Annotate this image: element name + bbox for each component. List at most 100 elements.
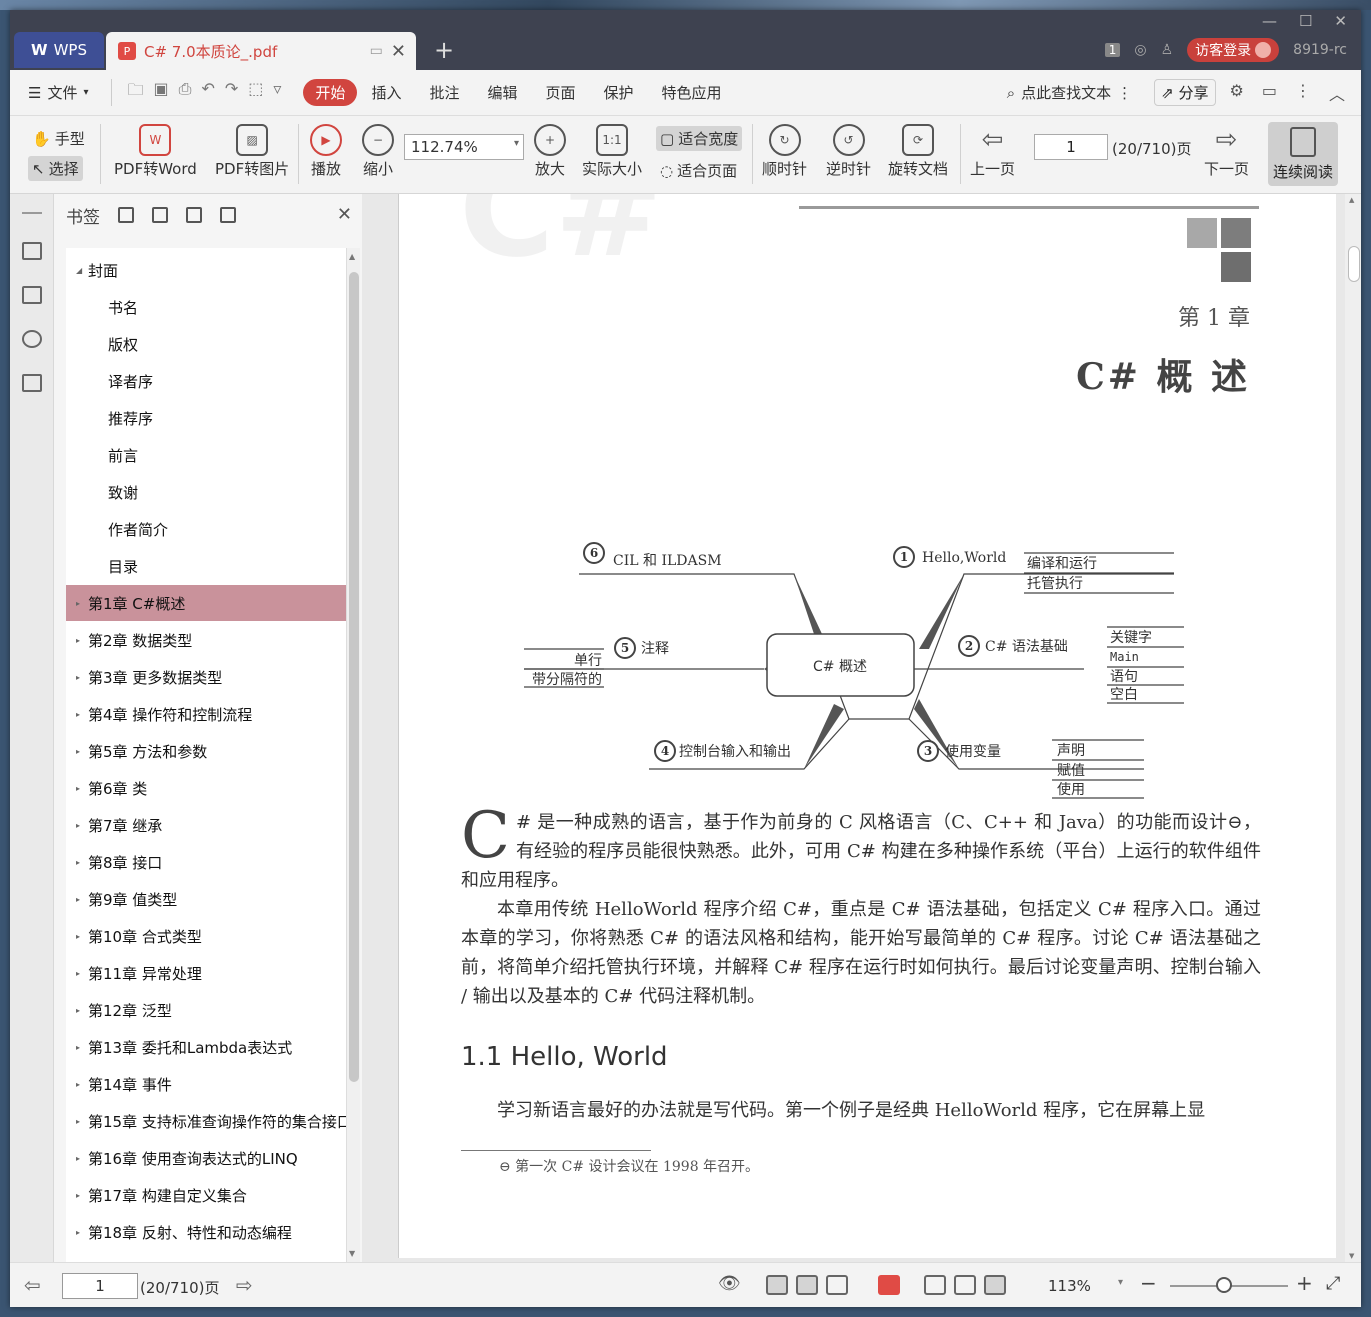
redo-icon[interactable]: ↷ bbox=[225, 79, 238, 106]
expand-triangle-icon[interactable]: ▸ bbox=[76, 1228, 80, 1237]
bookmark-item-selected[interactable]: ▸ 第1章 C#概述 bbox=[66, 585, 360, 621]
expand-triangle-icon[interactable]: ▸ bbox=[76, 636, 80, 645]
bookmark-item[interactable]: 目录 bbox=[66, 548, 360, 584]
bookmark-item[interactable]: 致谢 bbox=[66, 474, 360, 510]
hand-tool-button[interactable]: ✋ 手型 bbox=[28, 126, 89, 151]
scroll-down-icon[interactable]: ▼ bbox=[1349, 1252, 1354, 1260]
wps-home-tab[interactable]: W WPS bbox=[14, 32, 104, 68]
outline-icon[interactable] bbox=[22, 242, 42, 260]
rotate-doc-button[interactable]: ⟳ 旋转文档 bbox=[888, 124, 948, 179]
zoom-select[interactable]: 112.74% bbox=[404, 134, 524, 160]
bookmark-scrollbar[interactable]: ▲ ▼ bbox=[346, 248, 360, 1262]
single-page-view-icon[interactable] bbox=[766, 1275, 788, 1295]
print-icon[interactable]: ⎙ bbox=[179, 79, 192, 106]
tab-insert[interactable]: 插入 bbox=[357, 82, 415, 103]
bookmark-item[interactable]: ▸ 第6章 类 bbox=[66, 770, 360, 806]
document-scrollbar[interactable]: ▲ ▼ bbox=[1345, 194, 1361, 1262]
fit-page-button[interactable]: ◌ 适合页面 bbox=[656, 158, 741, 183]
bookmark-item[interactable]: 版权 bbox=[66, 326, 360, 362]
add-bookmark-icon[interactable] bbox=[186, 207, 202, 223]
next-page-icon[interactable]: ⇨ bbox=[236, 1273, 253, 1297]
actual-size-button[interactable]: 1:1 实际大小 bbox=[582, 124, 642, 179]
pdf-to-image-button[interactable]: ▨ PDF转图片 bbox=[215, 124, 289, 179]
fullscreen-icon[interactable]: ⤢ bbox=[1326, 1273, 1340, 1294]
eye-protection-icon[interactable]: 👁 bbox=[718, 1273, 741, 1294]
expand-triangle-icon[interactable]: ▸ bbox=[76, 599, 80, 608]
tab-special[interactable]: 特色应用 bbox=[648, 82, 736, 103]
rotate-ccw-button[interactable]: ↺ 逆时针 bbox=[826, 124, 871, 179]
page-number-input[interactable]: 1 bbox=[1034, 134, 1108, 160]
signature-icon[interactable] bbox=[22, 374, 42, 392]
scroll-up-icon[interactable]: ▲ bbox=[349, 252, 355, 261]
document-viewport[interactable]: C# 第 1 章 C# 概 述 C# 概述 1 2 3 4 5 6 Hello,… bbox=[362, 194, 1361, 1262]
rotate-cw-button[interactable]: ↻ 顺时针 bbox=[762, 124, 807, 179]
tab-protect[interactable]: 保护 bbox=[590, 82, 648, 103]
bookmark-scroll-thumb[interactable] bbox=[349, 272, 359, 1082]
collapse-all-icon[interactable] bbox=[152, 207, 168, 223]
share-button[interactable]: ⇗ 分享 bbox=[1154, 79, 1216, 106]
expand-triangle-icon[interactable]: ▸ bbox=[76, 932, 80, 941]
bookmark-item[interactable]: 推荐序 bbox=[66, 400, 360, 436]
expand-triangle-icon[interactable]: ▸ bbox=[76, 1117, 80, 1126]
export-icon[interactable]: ⬚ bbox=[248, 79, 263, 106]
shirt-icon[interactable]: ♙ bbox=[1161, 42, 1174, 58]
expand-all-icon[interactable] bbox=[118, 207, 134, 223]
play-button[interactable]: ▶ 播放 bbox=[310, 124, 342, 179]
expand-triangle-icon[interactable]: ▸ bbox=[76, 747, 80, 756]
bookmark-item[interactable]: ◢ 封面 bbox=[66, 252, 360, 288]
document-scroll-thumb[interactable] bbox=[1348, 246, 1360, 282]
tab-close-icon[interactable]: ✕ bbox=[391, 41, 406, 62]
zoom-plus-icon[interactable]: + bbox=[1296, 1271, 1313, 1295]
bookmark-item[interactable]: ▸ 第11章 异常处理 bbox=[66, 955, 360, 991]
close-panel-icon[interactable]: ✕ bbox=[337, 204, 352, 225]
bookmark-item[interactable]: ▸ 第10章 合式类型 bbox=[66, 918, 360, 954]
undo-icon[interactable]: ↶ bbox=[201, 79, 214, 106]
expand-triangle-icon[interactable]: ▸ bbox=[76, 1080, 80, 1089]
minimize-icon[interactable]: — bbox=[1262, 12, 1277, 30]
expand-triangle-icon[interactable]: ▸ bbox=[76, 673, 80, 682]
more-icon[interactable]: ⋮ bbox=[1295, 81, 1311, 105]
bookmark-item[interactable]: ▸ 第4章 操作符和控制流程 bbox=[66, 696, 360, 732]
close-window-icon[interactable]: ✕ bbox=[1334, 12, 1347, 30]
prev-page-button[interactable]: ⇦ 上一页 bbox=[970, 124, 1015, 179]
maximize-icon[interactable]: ☐ bbox=[1299, 12, 1312, 30]
collapse-triangle-icon[interactable]: ◢ bbox=[76, 266, 82, 275]
bookmark-item[interactable]: ▸ 第2章 数据类型 bbox=[66, 622, 360, 658]
skin-icon[interactable]: ◎ bbox=[1134, 42, 1146, 58]
collapse-ribbon-icon[interactable]: ︿ bbox=[1329, 81, 1345, 105]
file-menu[interactable]: ☰ 文件 ▾ bbox=[10, 82, 103, 103]
bookmark-item[interactable]: ▸ 第18章 反射、特性和动态编程 bbox=[66, 1214, 360, 1250]
zoom-out-button[interactable]: − 缩小 bbox=[362, 124, 394, 179]
bookmark-item[interactable]: ▸ 第16章 使用查询表达式的LINQ bbox=[66, 1140, 360, 1176]
expand-triangle-icon[interactable]: ▸ bbox=[76, 858, 80, 867]
expand-triangle-icon[interactable]: ▸ bbox=[76, 710, 80, 719]
gear-icon[interactable]: ⚙ bbox=[1230, 81, 1244, 105]
scroll-down-icon[interactable]: ▼ bbox=[349, 1249, 355, 1258]
bookmark-item[interactable]: ▸ 第9章 值类型 bbox=[66, 881, 360, 917]
thumbnail-icon[interactable] bbox=[22, 286, 42, 304]
expand-triangle-icon[interactable]: ▸ bbox=[76, 1154, 80, 1163]
zoom-in-button[interactable]: + 放大 bbox=[534, 124, 566, 179]
tab-monitor-icon[interactable]: ▭ bbox=[370, 43, 383, 59]
two-page-view-icon[interactable] bbox=[826, 1275, 848, 1295]
bookmark-item[interactable]: ▸ 第14章 事件 bbox=[66, 1066, 360, 1102]
status-page-input[interactable]: 1 bbox=[62, 1273, 138, 1299]
expand-triangle-icon[interactable]: ▸ bbox=[76, 821, 80, 830]
scroll-up-icon[interactable]: ▲ bbox=[1349, 196, 1354, 204]
zoom-slider-handle[interactable] bbox=[1216, 1277, 1232, 1293]
status-zoom-value[interactable]: 113% bbox=[1048, 1277, 1091, 1295]
fit-width-icon[interactable] bbox=[984, 1275, 1006, 1295]
continuous-read-button[interactable]: 连续阅读 bbox=[1268, 122, 1338, 186]
play-slideshow-icon[interactable] bbox=[878, 1275, 900, 1295]
bookmark-item[interactable]: 前言 bbox=[66, 437, 360, 473]
bookmark-item[interactable]: 作者简介 bbox=[66, 511, 360, 547]
document-tab[interactable]: P C# 7.0本质论_.pdf ▭ ✕ bbox=[106, 32, 416, 70]
bookmark-item[interactable]: ▸ 第3章 更多数据类型 bbox=[66, 659, 360, 695]
expand-triangle-icon[interactable]: ▸ bbox=[76, 895, 80, 904]
login-button[interactable]: 访客登录 bbox=[1187, 38, 1280, 62]
bookmark-item[interactable]: ▸ 第7章 继承 bbox=[66, 807, 360, 843]
expand-triangle-icon[interactable]: ▸ bbox=[76, 1043, 80, 1052]
fit-page-icon[interactable] bbox=[954, 1275, 976, 1295]
fit-width-button[interactable]: ▢ 适合宽度 bbox=[656, 126, 743, 151]
bookmark-item[interactable]: ▸ 第8章 接口 bbox=[66, 844, 360, 880]
